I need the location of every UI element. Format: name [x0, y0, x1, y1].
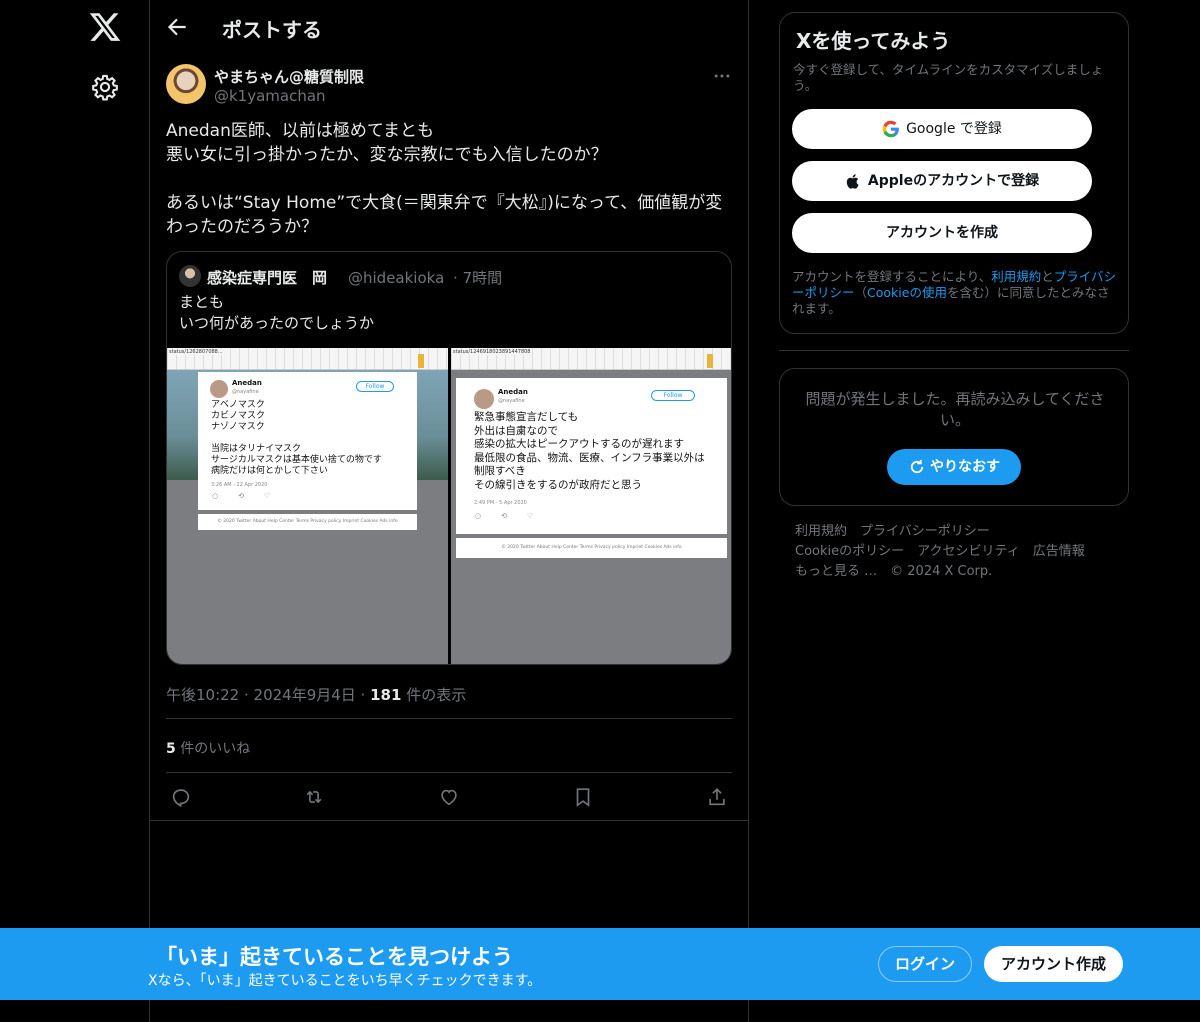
likes-label: 件のいいね	[175, 741, 251, 757]
footer-link-accessibility[interactable]: アクセシビリティ	[917, 544, 1020, 559]
banner-subtitle: Xなら、「いま」起きていることをいち早くチェックできます。	[148, 973, 542, 989]
quote-media[interactable]: status/1262807088... Anedan @nayafine Fo…	[167, 348, 731, 664]
quote-text: まとも いつ何があったのでしょうか	[179, 293, 375, 332]
google-signup-label: Google で登録	[906, 121, 1002, 137]
likes-count: 5	[166, 741, 176, 757]
signup-panel: Xを使ってみよう 今すぐ登録して、タイムラインをカスタマイズしましょう。 Goo…	[779, 12, 1129, 334]
page-title: ポストする	[222, 18, 322, 42]
retry-button[interactable]: やりなおす	[887, 449, 1021, 485]
embedded-date: 3:26 AM - 22 Apr 2020	[211, 482, 268, 488]
embedded-name: Anedan	[498, 388, 528, 396]
embedded-tweet-card: Anedan @nayafine Follow 緊急事態宣言だしても 外出は自粛…	[456, 378, 727, 534]
error-message: 問題が発生しました。再読み込みしてください。	[805, 390, 1105, 429]
embedded-text: アベノマスク カビノマスク ナゾノマスク 当院はタリナイマスク サージカルマスク…	[211, 400, 382, 476]
media-image-2[interactable]: status/1246918023891447808 Anedan @nayaf…	[451, 348, 731, 664]
quote-author-name: 感染症専門医 岡	[207, 269, 328, 287]
footer-links: 利用規約 プライバシーポリシー Cookieのポリシー アクセシビリティ 広告情報 も…	[795, 522, 1115, 582]
quote-meta: @hideakioka · 7時間	[348, 267, 502, 288]
footer-link-ads[interactable]: 広告情報	[1033, 544, 1085, 559]
more-icon[interactable]	[712, 66, 732, 86]
main-column: ポストする やまちゃん@糖質制限 @k1yamachan Anedan医師、以前…	[150, 0, 749, 1022]
apple-icon	[846, 173, 859, 189]
login-button[interactable]: ログイン	[878, 946, 972, 982]
embedded-tweet-card: Anedan @nayafine Follow アベノマスク カビノマスク ナゾ…	[198, 372, 417, 510]
signup-legal: アカウントを登録することにより、利用規約とプライバシーポリシー（Cookieの使…	[792, 269, 1118, 317]
media-image-1[interactable]: status/1262807088... Anedan @nayafine Fo…	[167, 348, 448, 664]
cookie-link[interactable]: Cookieの使用	[867, 285, 947, 300]
embedded-date: 2:49 PM - 5 Apr 2020	[474, 500, 527, 506]
tweet-time[interactable]: 午後10:22 · 2024年9月4日 ·	[166, 686, 370, 704]
embedded-handle: @nayafine	[232, 389, 259, 395]
quote-time: · 7時間	[453, 269, 503, 287]
x-logo-icon[interactable]	[88, 10, 122, 44]
footer-link-cookie[interactable]: Cookieのポリシー	[795, 544, 904, 559]
divider	[166, 718, 732, 719]
author-name[interactable]: やまちゃん@糖質制限	[214, 66, 364, 87]
browser-bar: status/1262807088...	[167, 348, 448, 370]
bookmark-icon[interactable]	[572, 786, 594, 808]
legal-text: と	[1041, 269, 1054, 284]
back-arrow-icon[interactable]	[164, 14, 190, 40]
avatar[interactable]	[166, 64, 206, 104]
footer-link-terms[interactable]: 利用規約	[795, 524, 847, 539]
divider	[779, 350, 1129, 351]
share-icon[interactable]	[706, 786, 728, 808]
apple-signup-button[interactable]: Appleのアカウントで登録	[792, 161, 1092, 201]
create-account-button[interactable]: アカウントを作成	[792, 213, 1092, 253]
banner-title: 「いま」起きていることを見つけよう	[156, 945, 513, 969]
google-signup-button[interactable]: Google で登録	[792, 109, 1092, 149]
signup-banner: 「いま」起きていることを見つけよう Xなら、「いま」起きていることをいち早くチェ…	[0, 928, 1200, 1000]
footer-link-more[interactable]: もっと見る …	[795, 564, 877, 579]
browser-url: status/1246918023891447808	[453, 349, 531, 355]
tweet-text: Anedan医師、以前は極めてまとも 悪い女に引っ掛かったか、変な宗教にでも入信…	[166, 121, 723, 237]
footer-link-privacy[interactable]: プライバシーポリシー	[860, 524, 990, 539]
embedded-handle: @nayafine	[498, 398, 525, 404]
gear-icon[interactable]	[91, 73, 119, 101]
retry-label: やりなおす	[930, 459, 1000, 475]
author-handle[interactable]: @k1yamachan	[214, 87, 326, 105]
browser-url: status/1262807088...	[169, 349, 223, 355]
views-label: 件の表示	[401, 686, 467, 704]
left-nav	[0, 0, 150, 1022]
google-icon	[882, 120, 899, 138]
reply-icon[interactable]	[170, 786, 192, 808]
quoted-tweet[interactable]: 感染症専門医 岡 @hideakioka · 7時間 まとも いつ何があったので…	[166, 251, 732, 665]
quote-avatar	[179, 265, 201, 287]
views-count: 181	[370, 686, 402, 704]
legal-text: （	[854, 285, 868, 300]
likes-stat[interactable]: 5 件のいいね	[166, 738, 250, 758]
repost-icon[interactable]	[303, 786, 325, 808]
divider	[150, 820, 748, 821]
embedded-follow: Follow	[651, 390, 695, 401]
embedded-footer: © 2020 Twitter About Help Center Terms P…	[456, 538, 727, 558]
tweet-meta: 午後10:22 · 2024年9月4日 · 181 件の表示	[166, 684, 466, 705]
embedded-follow: Follow	[356, 381, 394, 392]
banner-signup-button[interactable]: アカウント作成	[984, 946, 1123, 982]
refresh-icon	[910, 459, 924, 474]
embedded-name: Anedan	[232, 379, 262, 387]
signup-subtitle: 今すぐ登録して、タイムラインをカスタマイズしましょう。	[793, 62, 1104, 93]
apple-signup-label: Appleのアカウントで登録	[867, 173, 1040, 189]
error-panel: 問題が発生しました。再読み込みしてください。 やりなおす	[779, 368, 1129, 506]
signup-title: Xを使ってみよう	[796, 29, 951, 53]
legal-text: アカウントを登録することにより、	[792, 269, 992, 284]
divider	[166, 772, 732, 773]
create-account-label: アカウントを作成	[886, 225, 998, 241]
quote-handle: @hideakioka	[348, 269, 445, 287]
browser-bar: status/1246918023891447808	[451, 348, 731, 370]
like-icon[interactable]	[438, 786, 460, 808]
footer-copyright: © 2024 X Corp.	[890, 564, 993, 579]
terms-link[interactable]: 利用規約	[991, 269, 1041, 284]
embedded-text: 緊急事態宣言だしても 外出は自粛なので 感染の拡大はピークアウトするのが遅れます…	[474, 411, 705, 491]
embedded-footer: © 2020 Twitter About Help Center Terms P…	[198, 514, 417, 530]
